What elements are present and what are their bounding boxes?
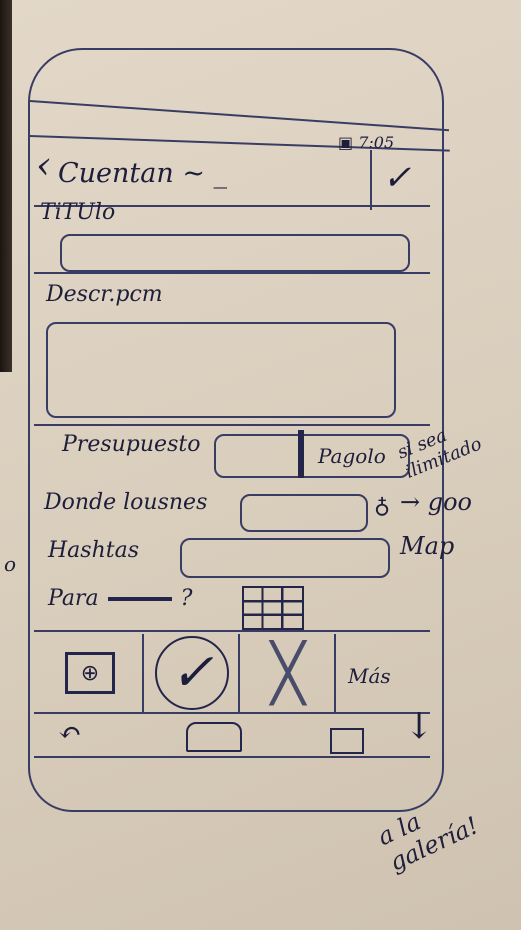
hashtags-label: Hashtas bbox=[48, 538, 140, 563]
donde-label: Donde lousnes bbox=[44, 490, 208, 515]
nav-back-icon[interactable]: ↶ bbox=[58, 716, 81, 749]
back-chevron-icon[interactable]: ‹ bbox=[36, 146, 51, 184]
camera-button[interactable]: ⊕ bbox=[40, 634, 140, 712]
nav-home-icon[interactable] bbox=[186, 722, 242, 752]
empty-x-icon: ╳ bbox=[271, 640, 305, 706]
background-edge bbox=[0, 0, 12, 372]
pagolo-toggle[interactable]: Pagolo bbox=[318, 444, 386, 468]
map-pin-icon[interactable]: ♁ bbox=[374, 494, 390, 519]
presupuesto-toggle-bar bbox=[298, 430, 304, 478]
nav-recents-icon[interactable] bbox=[330, 728, 364, 754]
camera-icon: ⊕ bbox=[65, 652, 115, 694]
para-label: Para ? bbox=[48, 586, 192, 611]
selected-check-icon: ✓ bbox=[155, 636, 229, 710]
descripcion-label: Descr.pcm bbox=[46, 282, 163, 307]
left-edge-annotation: o bbox=[4, 552, 17, 576]
descripcion-input[interactable] bbox=[46, 322, 396, 418]
titulo-input[interactable] bbox=[60, 234, 410, 272]
donde-input[interactable] bbox=[240, 494, 368, 532]
confirm-check-button[interactable]: ✓ bbox=[372, 150, 422, 206]
maps-annotation: → goo Map bbox=[400, 488, 472, 560]
more-button[interactable]: Más bbox=[348, 664, 391, 688]
navbar-top-line bbox=[34, 712, 430, 714]
toolbar-divider-1 bbox=[142, 634, 144, 712]
selected-image-thumbnail[interactable]: ✓ bbox=[148, 634, 236, 712]
presupuesto-label: Presupuesto bbox=[62, 432, 201, 457]
titulo-divider bbox=[34, 272, 430, 274]
empty-image-thumbnail[interactable]: ╳ bbox=[242, 634, 334, 712]
navbar-bottom-line bbox=[34, 756, 430, 758]
para-label-text: Para bbox=[48, 586, 99, 611]
check-icon: ✓ bbox=[382, 158, 412, 198]
toolbar-divider-2 bbox=[238, 634, 240, 712]
descripcion-divider bbox=[34, 424, 430, 426]
battery-icon: ▣ bbox=[338, 133, 354, 152]
toolbar-divider-3 bbox=[334, 634, 336, 712]
hashtags-input[interactable] bbox=[180, 538, 390, 578]
titulo-label: TiTUlo bbox=[40, 200, 116, 225]
calendar-icon[interactable] bbox=[242, 586, 304, 630]
page-title: Cuentan ~ _ bbox=[58, 158, 228, 189]
toolbar-top-line bbox=[34, 630, 430, 632]
gallery-arrow-icon: ↓ bbox=[404, 706, 435, 747]
para-question: ? bbox=[180, 586, 193, 611]
para-strikethrough bbox=[107, 597, 172, 601]
